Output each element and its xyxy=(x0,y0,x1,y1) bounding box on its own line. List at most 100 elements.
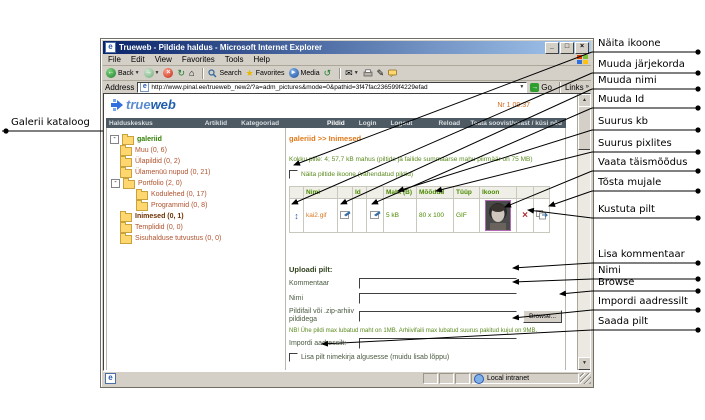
picture-type: GIF xyxy=(456,212,467,219)
forward-icon: → xyxy=(144,68,154,78)
tree-item-inimesed[interactable]: Inimesed (0, 1) xyxy=(120,211,285,222)
status-bar: e Local intranet xyxy=(103,371,591,385)
trueweb-logo[interactable]: trueweb xyxy=(110,97,176,112)
tree-collapse-icon[interactable]: - xyxy=(110,135,119,144)
folder-icon xyxy=(136,191,148,200)
picture-dimensions: 80 x 100 xyxy=(419,212,444,219)
nav-login[interactable]: Login xyxy=(359,120,377,127)
tree-item-sisuhalduse-tutvustus[interactable]: Sisuhalduse tutvustus (0, 0) xyxy=(120,233,285,244)
move-picture-icon[interactable] xyxy=(536,210,548,220)
back-button[interactable]: ← Back▼ xyxy=(106,68,140,78)
menu-view[interactable]: View xyxy=(155,55,172,64)
home-button[interactable]: ⌂ xyxy=(189,68,194,78)
tree-root-label[interactable]: galeriid xyxy=(137,135,162,145)
tree-item-muu[interactable]: Muu (0, 6) xyxy=(120,145,285,156)
print-button[interactable] xyxy=(363,69,373,78)
nav-reload[interactable]: Reload xyxy=(438,120,460,127)
window-titlebar[interactable]: e Trueweb - Pildide haldus - Microsoft I… xyxy=(103,41,591,54)
tree-collapse-icon[interactable]: - xyxy=(111,179,120,188)
discuss-button[interactable] xyxy=(388,69,398,78)
file-input[interactable] xyxy=(359,311,517,322)
favorites-button[interactable]: ★ Favorites xyxy=(246,68,285,78)
edit-button[interactable]: ✎ xyxy=(377,68,385,78)
back-icon: ← xyxy=(106,68,116,78)
tree-item-kodulehed[interactable]: Kodulehed (0, 17) xyxy=(136,189,285,200)
edit-icon: ✎ xyxy=(377,68,385,78)
refresh-button[interactable]: ↻ xyxy=(177,68,185,78)
header-ikoon: Ikoon xyxy=(480,187,517,199)
status-left: e xyxy=(103,373,422,384)
search-button[interactable]: Search xyxy=(208,69,241,78)
tree-root-row: - galeriid xyxy=(110,134,285,145)
vertical-scrollbar[interactable]: ▲ ▼ xyxy=(577,94,590,370)
minimize-button[interactable]: _ xyxy=(545,42,559,54)
browse-button[interactable]: Browse... xyxy=(523,310,562,323)
menu-favorites[interactable]: Favorites xyxy=(182,55,215,64)
edit-name-icon[interactable] xyxy=(340,210,351,219)
nav-artiklid[interactable]: Artiklid xyxy=(205,120,227,127)
address-dropdown-icon[interactable]: ▼ xyxy=(519,84,524,90)
nav-feedback[interactable]: Teata soovist/veast / küsi nõu xyxy=(470,120,562,127)
nav-pildid[interactable]: Pildid xyxy=(327,120,345,127)
tree-item-programmid[interactable]: Programmid (0, 8) xyxy=(136,200,285,211)
name-input[interactable] xyxy=(359,293,517,304)
nav-logout[interactable]: Logout xyxy=(390,120,412,127)
refresh-icon: ↻ xyxy=(177,68,185,78)
menu-edit[interactable]: Edit xyxy=(131,55,145,64)
annotation-label: Vaata täismõõdus xyxy=(598,157,687,168)
close-button[interactable]: × xyxy=(575,42,589,54)
tree-item-templidid[interactable]: Templidid (0, 0) xyxy=(120,222,285,233)
tree-item-ylapildid[interactable]: Ülapildid (0, 2) xyxy=(120,156,285,167)
header-maht: Maht (B) xyxy=(384,187,417,199)
reorder-icon[interactable]: ↕ xyxy=(294,211,299,221)
annotation-label: Browse xyxy=(598,277,634,288)
gallery-tree: - galeriid Muu (0, 6) Ülapildid (0, 2) xyxy=(107,128,286,371)
file-row: Pildifail või .zip-arhiiv pildidega Brow… xyxy=(289,308,562,324)
mail-button[interactable]: ✉▼ xyxy=(345,68,359,78)
menu-help[interactable]: Help xyxy=(253,55,269,64)
media-button[interactable]: ▸ Media xyxy=(289,68,320,78)
stop-button[interactable]: × xyxy=(163,68,173,78)
menu-file[interactable]: File xyxy=(108,55,121,64)
mail-icon: ✉ xyxy=(345,68,353,78)
address-input[interactable]: e http://www.pinal.ee/trueweb_new2/?a=ad… xyxy=(137,82,527,93)
show-icons-checkbox[interactable] xyxy=(289,170,298,179)
maximize-button[interactable]: □ xyxy=(560,42,574,54)
prepend-checkbox[interactable] xyxy=(289,353,298,362)
picture-thumbnail[interactable] xyxy=(485,200,511,231)
header-sort xyxy=(290,187,304,199)
nav-halduskeskus[interactable]: Halduskeskus xyxy=(109,120,153,127)
home-icon: ⌂ xyxy=(189,68,194,78)
resize-grip[interactable] xyxy=(580,373,591,384)
windows-logo-icon xyxy=(577,55,589,65)
annotation-label: Impordi aadressilt xyxy=(598,296,688,307)
delete-picture-icon[interactable]: × xyxy=(522,210,528,221)
site-navbar: Halduskeskus Artiklid Kategooriad Pildid… xyxy=(106,118,566,128)
tree-item-ylamenyy-nupud[interactable]: Ülamenüü nupud (0, 21) xyxy=(120,167,285,178)
menu-tools[interactable]: Tools xyxy=(225,55,244,64)
links-chevron-icon[interactable]: » xyxy=(586,84,589,90)
import-url-input[interactable] xyxy=(359,338,517,349)
comment-input[interactable] xyxy=(359,278,517,289)
breadcrumb[interactable]: galeriid >> Inimesed xyxy=(289,134,562,143)
header-delete xyxy=(517,187,534,199)
forward-button[interactable]: →▼ xyxy=(144,68,160,78)
scrollbar-thumb[interactable] xyxy=(578,106,591,150)
links-label[interactable]: Links xyxy=(565,83,584,92)
file-label: Pildifail või .zip-arhiiv pildidega xyxy=(289,308,359,324)
pictures-table: Nimi Id Maht (B) Mõõdud Tüüp Ikoon xyxy=(289,186,550,233)
discuss-icon xyxy=(388,69,398,78)
history-button[interactable]: ↺ xyxy=(324,68,332,78)
tree-item-portfolio[interactable]: - Portfolio (2, 0) xyxy=(111,178,285,189)
address-label: Address xyxy=(105,83,134,92)
go-button[interactable]: → Go xyxy=(530,83,552,92)
ie-done-icon: e xyxy=(105,373,116,384)
browser-toolbar: ← Back▼ →▼ × ↻ ⌂ Search xyxy=(103,66,591,81)
scroll-down-icon[interactable]: ▼ xyxy=(578,357,591,370)
header-edit-name xyxy=(338,187,353,199)
nav-kategooriad[interactable]: Kategooriad xyxy=(241,120,279,127)
header-nimi: Nimi xyxy=(304,187,338,199)
annotation-label: Saada pilt xyxy=(598,316,648,327)
edit-id-icon[interactable] xyxy=(370,210,381,219)
picture-name-link[interactable]: kai2.gif xyxy=(306,212,327,219)
